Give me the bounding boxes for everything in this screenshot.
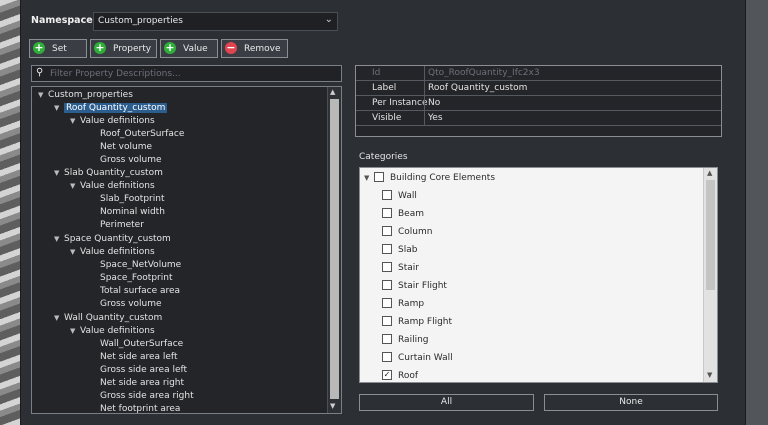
triangle-down-icon: ▼ bbox=[70, 117, 76, 125]
tree-leaf[interactable]: Perimeter bbox=[100, 219, 144, 232]
tree-node[interactable]: ▼ Value definitions bbox=[70, 115, 155, 128]
triangle-down-icon: ▼ bbox=[364, 174, 370, 182]
category-item[interactable]: ✓ Roof bbox=[382, 369, 418, 382]
set-button-label: Set bbox=[52, 44, 67, 54]
tree-leaf[interactable]: Space_NetVolume bbox=[100, 259, 181, 272]
plus-circle-icon: + bbox=[94, 41, 106, 54]
remove-button[interactable]: − Remove bbox=[221, 39, 288, 58]
category-item[interactable]: Curtain Wall bbox=[382, 351, 453, 365]
triangle-down-icon: ▼ bbox=[54, 104, 60, 112]
tree-node[interactable]: ▼ Value definitions bbox=[70, 246, 155, 259]
tree-leaf[interactable]: Net volume bbox=[100, 141, 152, 154]
plus-circle-icon: + bbox=[164, 41, 176, 54]
tree-leaf[interactable]: Gross volume bbox=[100, 298, 162, 311]
select-all-button[interactable]: All bbox=[359, 394, 534, 411]
categories-heading: Categories bbox=[359, 152, 408, 162]
property-tree: ▼ Custom_properties ▼ Roof Quantity_custom… bbox=[31, 86, 342, 414]
category-item[interactable]: Column bbox=[382, 225, 432, 239]
set-button[interactable]: + Set bbox=[29, 39, 87, 58]
chevron-down-icon: ⌄ bbox=[324, 14, 333, 25]
triangle-down-icon: ▼ bbox=[70, 182, 76, 190]
category-item[interactable]: Slab bbox=[382, 243, 417, 257]
tree-leaf[interactable]: Net side area right bbox=[100, 377, 184, 390]
scroll-down-icon[interactable]: ▼ bbox=[707, 371, 712, 379]
triangle-down-icon: ▼ bbox=[70, 248, 76, 256]
tree-node[interactable]: ▼ Value definitions bbox=[70, 325, 155, 338]
checkbox[interactable] bbox=[382, 333, 392, 344]
plus-circle-icon: + bbox=[33, 41, 45, 54]
tree-node[interactable]: ▼ Value definitions bbox=[70, 180, 155, 193]
property-row-per-instance[interactable]: Per Instance No bbox=[356, 96, 721, 111]
property-row-id: Id Qto_RoofQuantity_Ifc2x3 bbox=[356, 66, 721, 81]
tree-leaf[interactable]: Space_Footprint bbox=[100, 272, 172, 285]
category-root[interactable]: ▼ Building Core Elements bbox=[364, 171, 495, 185]
properties-table: Id Qto_RoofQuantity_Ifc2x3 Label Roof Qu… bbox=[355, 65, 722, 137]
tree-node[interactable]: ▼ Slab Quantity_custom bbox=[54, 167, 163, 180]
tree-scrollbar[interactable]: ▲ ▼ bbox=[327, 87, 341, 413]
tree-leaf[interactable]: Gross volume bbox=[100, 154, 162, 167]
minus-circle-icon: − bbox=[225, 41, 237, 54]
tree-leaf[interactable]: Net footprint area bbox=[100, 403, 180, 413]
categories-scrollbar[interactable]: ▲ ▼ bbox=[703, 168, 717, 382]
category-item[interactable]: Wall bbox=[382, 189, 417, 203]
background-right-panel bbox=[744, 0, 768, 425]
checkbox[interactable] bbox=[382, 279, 392, 290]
tree-leaf[interactable]: Nominal width bbox=[100, 206, 165, 219]
namespace-value: Custom_properties bbox=[98, 16, 183, 26]
search-icon: ⚲ bbox=[36, 67, 44, 78]
checkbox[interactable] bbox=[382, 189, 392, 200]
tree-leaf[interactable]: Slab_Footprint bbox=[100, 193, 165, 206]
checkbox[interactable] bbox=[382, 225, 392, 236]
tree-node-roof-quantity[interactable]: ▼ Roof Quantity_custom bbox=[54, 102, 168, 115]
namespace-label: Namespace: bbox=[31, 15, 97, 26]
checkbox[interactable] bbox=[382, 243, 392, 254]
checkbox[interactable] bbox=[382, 207, 392, 218]
triangle-down-icon: ▼ bbox=[54, 235, 60, 243]
tree-leaf[interactable]: Total surface area bbox=[100, 285, 180, 298]
property-row-label[interactable]: Label Roof Quantity_custom bbox=[356, 81, 721, 96]
category-item[interactable]: Ramp Flight bbox=[382, 315, 452, 329]
namespace-dropdown[interactable]: Custom_properties ⌄ bbox=[93, 12, 338, 31]
scroll-up-icon[interactable]: ▲ bbox=[707, 169, 712, 177]
triangle-down-icon: ▼ bbox=[70, 327, 76, 335]
add-value-button[interactable]: + Value bbox=[160, 39, 218, 58]
scroll-up-icon[interactable]: ▲ bbox=[330, 88, 335, 96]
checkbox-checked[interactable]: ✓ bbox=[382, 369, 392, 380]
add-property-button[interactable]: + Property bbox=[90, 39, 157, 58]
checkbox[interactable] bbox=[382, 315, 392, 326]
category-item[interactable]: Beam bbox=[382, 207, 424, 221]
select-none-button[interactable]: None bbox=[544, 394, 718, 411]
property-button-label: Property bbox=[113, 44, 152, 54]
category-item[interactable]: Railing bbox=[382, 333, 429, 347]
categories-list: ▼ Building Core Elements Wall Beam Column… bbox=[359, 167, 718, 383]
filter-placeholder: Filter Property Descriptions... bbox=[50, 69, 181, 79]
tree-root[interactable]: ▼ Custom_properties bbox=[38, 89, 133, 102]
tree-leaf[interactable]: Wall_OuterSurface bbox=[100, 338, 183, 351]
checkbox[interactable] bbox=[382, 351, 392, 362]
background-viewport bbox=[0, 0, 22, 425]
category-item[interactable]: Stair bbox=[382, 261, 419, 275]
tree-scroll-thumb[interactable] bbox=[330, 99, 339, 399]
property-row-visible[interactable]: Visible Yes bbox=[356, 111, 721, 126]
remove-button-label: Remove bbox=[244, 44, 281, 54]
category-item[interactable]: Stair Flight bbox=[382, 279, 447, 293]
checkbox[interactable] bbox=[374, 171, 384, 182]
checkbox[interactable] bbox=[382, 297, 392, 308]
filter-input[interactable]: ⚲ Filter Property Descriptions... bbox=[31, 65, 342, 82]
tree-leaf[interactable]: Gross side area left bbox=[100, 364, 187, 377]
scroll-down-icon[interactable]: ▼ bbox=[330, 402, 335, 410]
tree-leaf[interactable]: Net side area left bbox=[100, 351, 177, 364]
tree-leaf[interactable]: Roof_OuterSurface bbox=[100, 128, 184, 141]
category-item[interactable]: Ramp bbox=[382, 297, 424, 311]
categories-scroll-thumb[interactable] bbox=[706, 180, 715, 290]
triangle-down-icon: ▼ bbox=[38, 91, 44, 99]
value-button-label: Value bbox=[183, 44, 208, 54]
triangle-down-icon: ▼ bbox=[54, 314, 60, 322]
checkbox[interactable] bbox=[382, 261, 392, 272]
tree-leaf[interactable]: Gross side area right bbox=[100, 390, 194, 403]
tree-node[interactable]: ▼ Wall Quantity_custom bbox=[54, 312, 162, 325]
tree-node[interactable]: ▼ Space Quantity_custom bbox=[54, 233, 171, 246]
triangle-down-icon: ▼ bbox=[54, 169, 60, 177]
